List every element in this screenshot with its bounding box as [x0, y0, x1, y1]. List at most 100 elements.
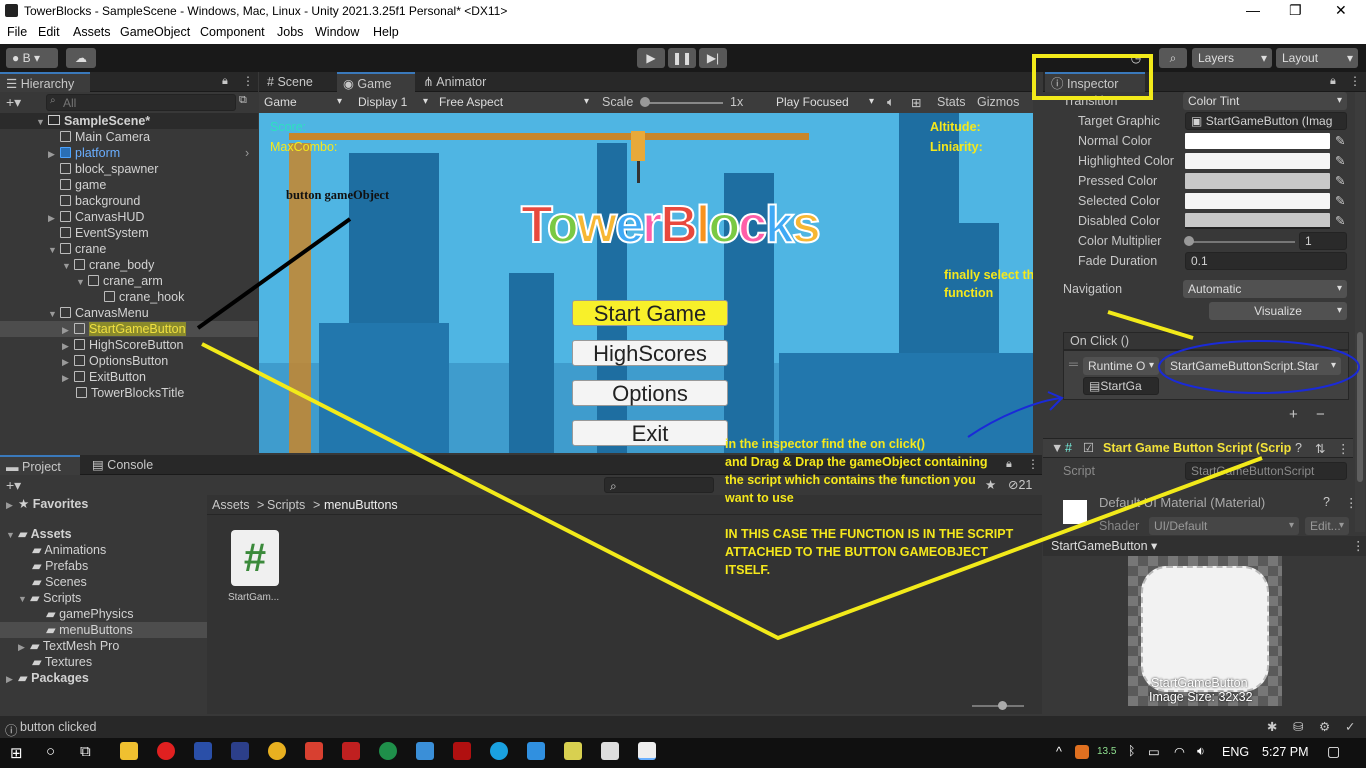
options-button[interactable]: Options	[572, 380, 728, 406]
volume-icon[interactable]: 🔉︎	[1197, 744, 1205, 759]
opera-icon[interactable]	[157, 742, 175, 760]
favorites-item[interactable]: ▶ ★ Favorites	[6, 496, 88, 512]
tree-menubuttons[interactable]: ▰ menuButtons	[0, 622, 207, 638]
task-view-icon[interactable]: ⧉	[80, 743, 91, 760]
chevron-right-icon[interactable]: ›	[245, 145, 249, 161]
hierarchy-item-eventsystem[interactable]: EventSystem	[60, 225, 149, 241]
language-indicator[interactable]: ENG	[1222, 745, 1249, 759]
notepad-icon[interactable]	[564, 742, 582, 760]
clock[interactable]: 5:27 PM	[1262, 745, 1309, 759]
hierarchy-item-game[interactable]: game	[60, 177, 106, 193]
exit-button[interactable]: Exit	[572, 420, 728, 446]
enabled-checkbox[interactable]: ☑	[1083, 440, 1094, 455]
scene-visibility-icon[interactable]: ⧉	[239, 94, 247, 107]
tab-game[interactable]: ◉ Game	[337, 72, 415, 92]
pause-button[interactable]: ❚❚	[668, 48, 696, 68]
xampp-icon[interactable]	[231, 742, 249, 760]
menu-component[interactable]: Component	[200, 25, 265, 39]
lock-icon[interactable]: 🔒︎	[222, 75, 228, 88]
layout-dropdown[interactable]: Layout ▾	[1276, 48, 1358, 68]
eyedropper-icon[interactable]: ✎	[1335, 153, 1345, 168]
function-dropdown[interactable]: StartGameButtonScript.Star	[1165, 357, 1341, 375]
aspect-dropdown[interactable]: Free Aspect	[434, 93, 594, 111]
minimize-button[interactable]: —	[1246, 2, 1260, 18]
tree-animations[interactable]: ▰ Animations	[32, 542, 106, 558]
disabled-color-swatch[interactable]	[1185, 213, 1330, 229]
settings-icon[interactable]: ⇅	[1315, 441, 1325, 456]
scale-slider-handle[interactable]	[640, 97, 650, 107]
close-button[interactable]: ✕	[1335, 2, 1347, 19]
menu-assets[interactable]: Assets	[73, 25, 111, 39]
hierarchy-item-crane-hook[interactable]: crane_hook	[104, 289, 184, 305]
hierarchy-item-crane-body[interactable]: ▼ crane_body	[62, 257, 154, 273]
csharp-script-icon[interactable]: #	[231, 530, 279, 586]
target-graphic-field[interactable]: ▣ StartGameButton (Imag	[1185, 112, 1347, 130]
play-focused-dropdown[interactable]: Play Focused	[771, 93, 879, 111]
app-icon[interactable]	[453, 742, 471, 760]
hierarchy-item-platform[interactable]: ▶ platform	[48, 145, 120, 161]
add-object-button[interactable]: +▾	[6, 94, 21, 111]
selected-color-swatch[interactable]	[1185, 193, 1330, 209]
breadcrumb-menubuttons[interactable]: menuButtons	[324, 498, 398, 512]
skype-icon[interactable]	[490, 742, 508, 760]
menu-jobs[interactable]: Jobs	[277, 25, 303, 39]
script-component-header[interactable]: ▼ # ☑ Start Game Button Script (Scrip ? …	[1043, 438, 1353, 458]
tree-scripts[interactable]: ▼ ▰ Scripts	[18, 590, 81, 606]
hierarchy-item-block-spawner[interactable]: block_spawner	[60, 161, 158, 177]
tree-gamephysics[interactable]: ▰ gamePhysics	[46, 606, 133, 622]
project-search-input[interactable]: ⌕	[604, 477, 714, 493]
hierarchy-item-main-camera[interactable]: Main Camera	[60, 129, 150, 145]
hierarchy-item-highscorebutton[interactable]: ▶ HighScoreButton	[62, 337, 184, 353]
bluetooth-icon[interactable]: ᛒ	[1128, 744, 1136, 758]
file-explorer-icon[interactable]	[120, 742, 138, 760]
unity-editor-icon[interactable]	[638, 742, 656, 760]
kebab-menu-icon[interactable]: ⋮	[1349, 74, 1361, 88]
color-multiplier-slider[interactable]	[1189, 241, 1295, 243]
layers-dropdown[interactable]: Layers ▾	[1192, 48, 1272, 68]
drag-handle-icon[interactable]: ═	[1069, 357, 1078, 371]
restore-button[interactable]: ❐	[1289, 2, 1302, 19]
color-multiplier-field[interactable]: 1	[1299, 232, 1347, 250]
battery-icon[interactable]: ▭	[1148, 744, 1160, 759]
scene-row[interactable]: ▼ SampleScene*	[0, 113, 258, 129]
chrome-icon[interactable]	[268, 742, 286, 760]
icon-size-handle[interactable]	[998, 701, 1007, 710]
hierarchy-item-canvashud[interactable]: ▶ CanvasHUD	[48, 209, 144, 225]
status-message[interactable]: button clicked	[20, 720, 96, 734]
hierarchy-item-optionsbutton[interactable]: ▶ OptionsButton	[62, 353, 168, 369]
game-mode-dropdown[interactable]: Game	[259, 93, 347, 111]
kebab-menu-icon[interactable]: ⋮	[1027, 457, 1039, 471]
lock-icon[interactable]: 🔒︎	[1006, 458, 1012, 471]
script-file-name[interactable]: StartGam...	[228, 592, 279, 603]
start-game-button[interactable]: Start Game	[572, 300, 728, 326]
shader-edit-button[interactable]: Edit...	[1305, 517, 1349, 535]
activity-icon[interactable]: ✱	[1267, 719, 1277, 734]
inspector-scrollbar[interactable]	[1355, 92, 1365, 532]
play-button[interactable]: ▶	[637, 48, 665, 68]
menu-help[interactable]: Help	[373, 25, 399, 39]
tree-packages[interactable]: ▶ ▰ Packages	[6, 670, 89, 686]
save-app-icon[interactable]	[194, 742, 212, 760]
hierarchy-item-startgamebutton[interactable]: ▶ StartGameButton	[0, 321, 258, 337]
wifi-icon[interactable]: ◠	[1174, 744, 1185, 759]
breadcrumb-scripts[interactable]: Scripts	[267, 498, 305, 512]
git-icon[interactable]	[305, 742, 323, 760]
unity-hub-icon[interactable]	[601, 742, 619, 760]
mute-audio-icon[interactable]: 🔈︎	[887, 95, 895, 110]
transition-dropdown[interactable]: Color Tint	[1183, 92, 1347, 110]
tree-textmesh-pro[interactable]: ▶ ▰ TextMesh Pro	[18, 638, 119, 654]
eyedropper-icon[interactable]: ✎	[1335, 213, 1345, 228]
kebab-menu-icon[interactable]: ⋮	[242, 74, 254, 88]
utorrent-icon[interactable]	[379, 742, 397, 760]
hierarchy-item-towerblockstitle[interactable]: TowerBlocksTitle	[76, 385, 184, 401]
menu-gameobject[interactable]: GameObject	[120, 25, 190, 39]
menu-window[interactable]: Window	[315, 25, 359, 39]
cache-icon[interactable]: ⛁	[1293, 719, 1303, 734]
navigation-dropdown[interactable]: Automatic	[1183, 280, 1347, 298]
hierarchy-search-input[interactable]	[46, 94, 236, 111]
tree-scenes[interactable]: ▰ Scenes	[32, 574, 87, 590]
add-event-button[interactable]: +	[1289, 406, 1298, 423]
gizmos-dropdown[interactable]: Gizmos	[977, 95, 1019, 109]
tray-expand-icon[interactable]: ^	[1056, 745, 1062, 759]
windows-start-icon[interactable]: ⊞	[10, 744, 23, 762]
